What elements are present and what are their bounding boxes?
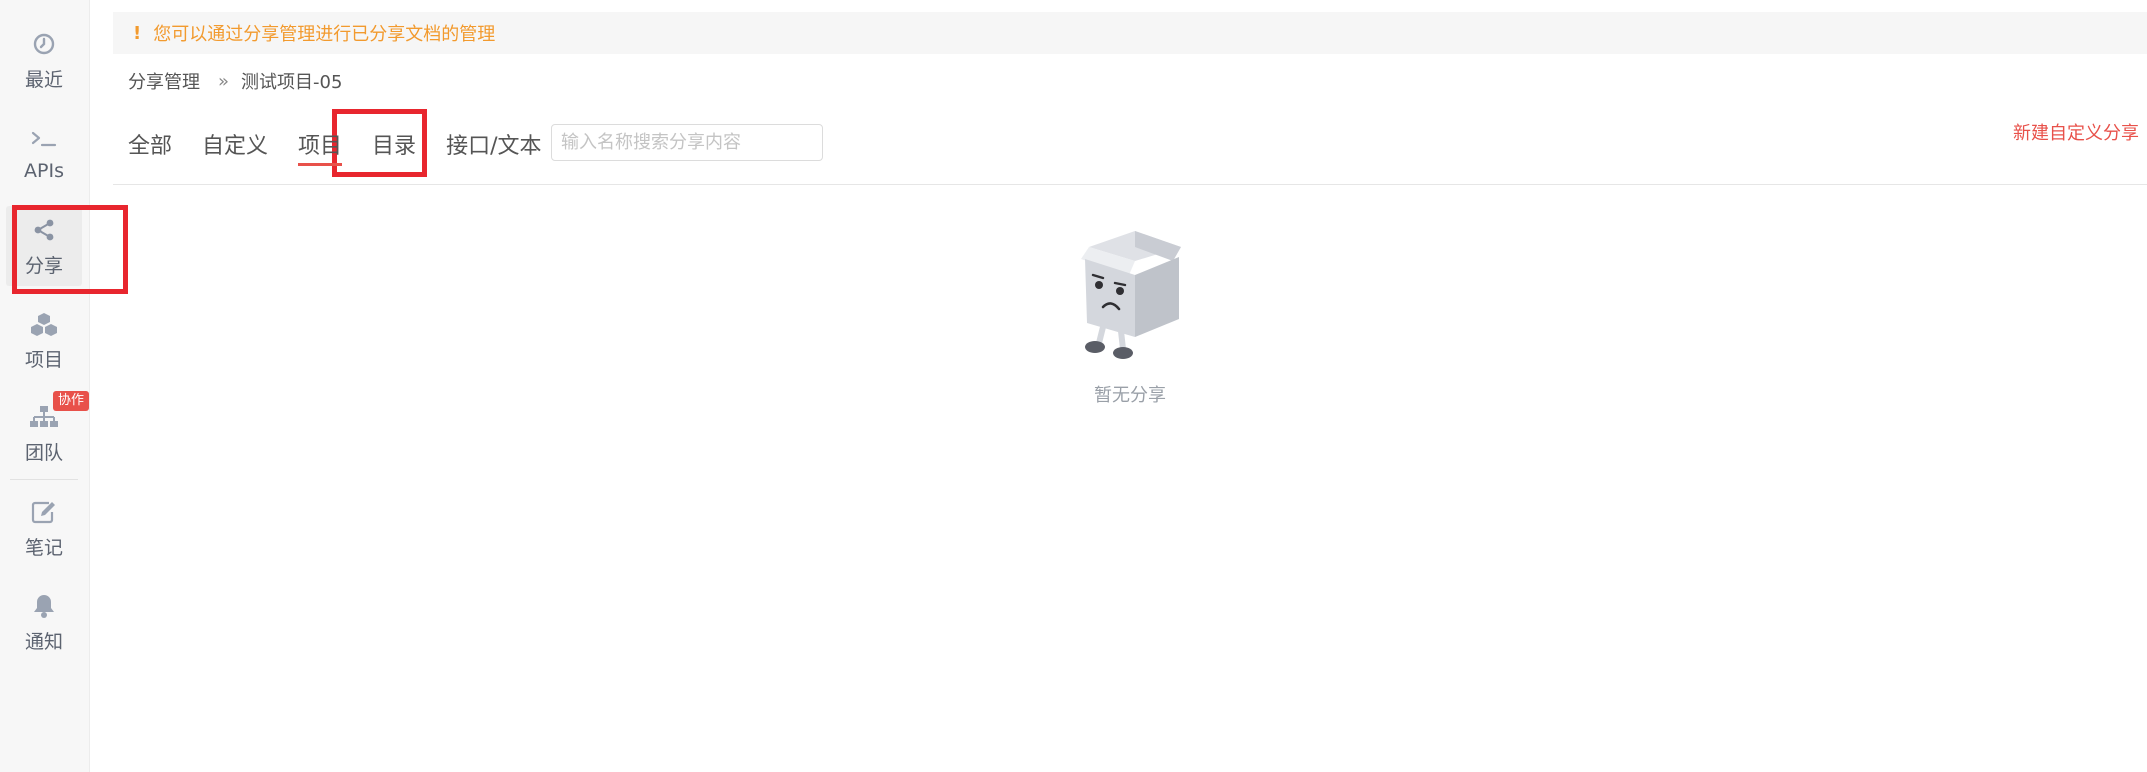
notice-text: 您可以通过分享管理进行已分享文档的管理 — [153, 24, 496, 45]
nav-notifications-label: 通知 — [24, 630, 63, 653]
sidebar: 最近 APIs 分享 项目 团队 协作 笔记 通知 — [0, 0, 90, 772]
nav-team-label: 团队 — [24, 441, 63, 464]
nav-notes-label: 笔记 — [24, 536, 63, 559]
notice-banner: ! 您可以通过分享管理进行已分享文档的管理 — [113, 12, 2147, 54]
empty-box-illustration — [1081, 231, 1181, 359]
tab-custom[interactable]: 自定义 — [202, 124, 268, 164]
breadcrumb: 分享管理 » 测试项目-05 — [128, 68, 342, 94]
nav-apis[interactable]: APIs — [6, 113, 82, 193]
bell-icon — [32, 591, 56, 621]
nav-recent[interactable]: 最近 — [6, 20, 82, 100]
share-search-input[interactable] — [551, 124, 823, 161]
nav-share[interactable]: 分享 — [6, 206, 82, 286]
nav-notes[interactable]: 笔记 — [6, 488, 82, 568]
edit-icon — [31, 497, 57, 527]
nav-share-label: 分享 — [24, 254, 63, 277]
share-icon — [32, 215, 56, 245]
content-divider — [113, 184, 2147, 185]
nav-recent-label: 最近 — [24, 68, 63, 91]
breadcrumb-current: 测试项目-05 — [241, 72, 343, 93]
breadcrumb-root[interactable]: 分享管理 — [128, 68, 200, 94]
tab-api-text[interactable]: 接口/文本 — [446, 124, 541, 164]
nav-notifications[interactable]: 通知 — [6, 582, 82, 662]
breadcrumb-separator-icon: » — [218, 70, 230, 92]
sidebar-divider — [10, 479, 78, 480]
tab-directory[interactable]: 目录 — [372, 124, 416, 164]
nav-projects-label: 项目 — [24, 348, 63, 371]
new-custom-share-button[interactable]: 新建自定义分享 — [2013, 119, 2139, 145]
nav-apis-label: APIs — [24, 160, 64, 182]
terminal-icon — [30, 124, 58, 154]
tab-project[interactable]: 项目 — [298, 124, 343, 166]
cubes-icon — [30, 309, 58, 339]
empty-state-text: 暂无分享 — [1094, 385, 1166, 406]
nav-projects[interactable]: 项目 — [6, 300, 82, 380]
collab-badge: 协作 — [53, 391, 89, 411]
clock-icon — [32, 29, 56, 59]
warning-icon: ! — [133, 22, 142, 44]
tab-all[interactable]: 全部 — [128, 124, 172, 164]
share-tabs: 全部 自定义 项目 目录 接口/文本 — [128, 124, 541, 166]
empty-state: 暂无分享 — [1060, 225, 1200, 407]
